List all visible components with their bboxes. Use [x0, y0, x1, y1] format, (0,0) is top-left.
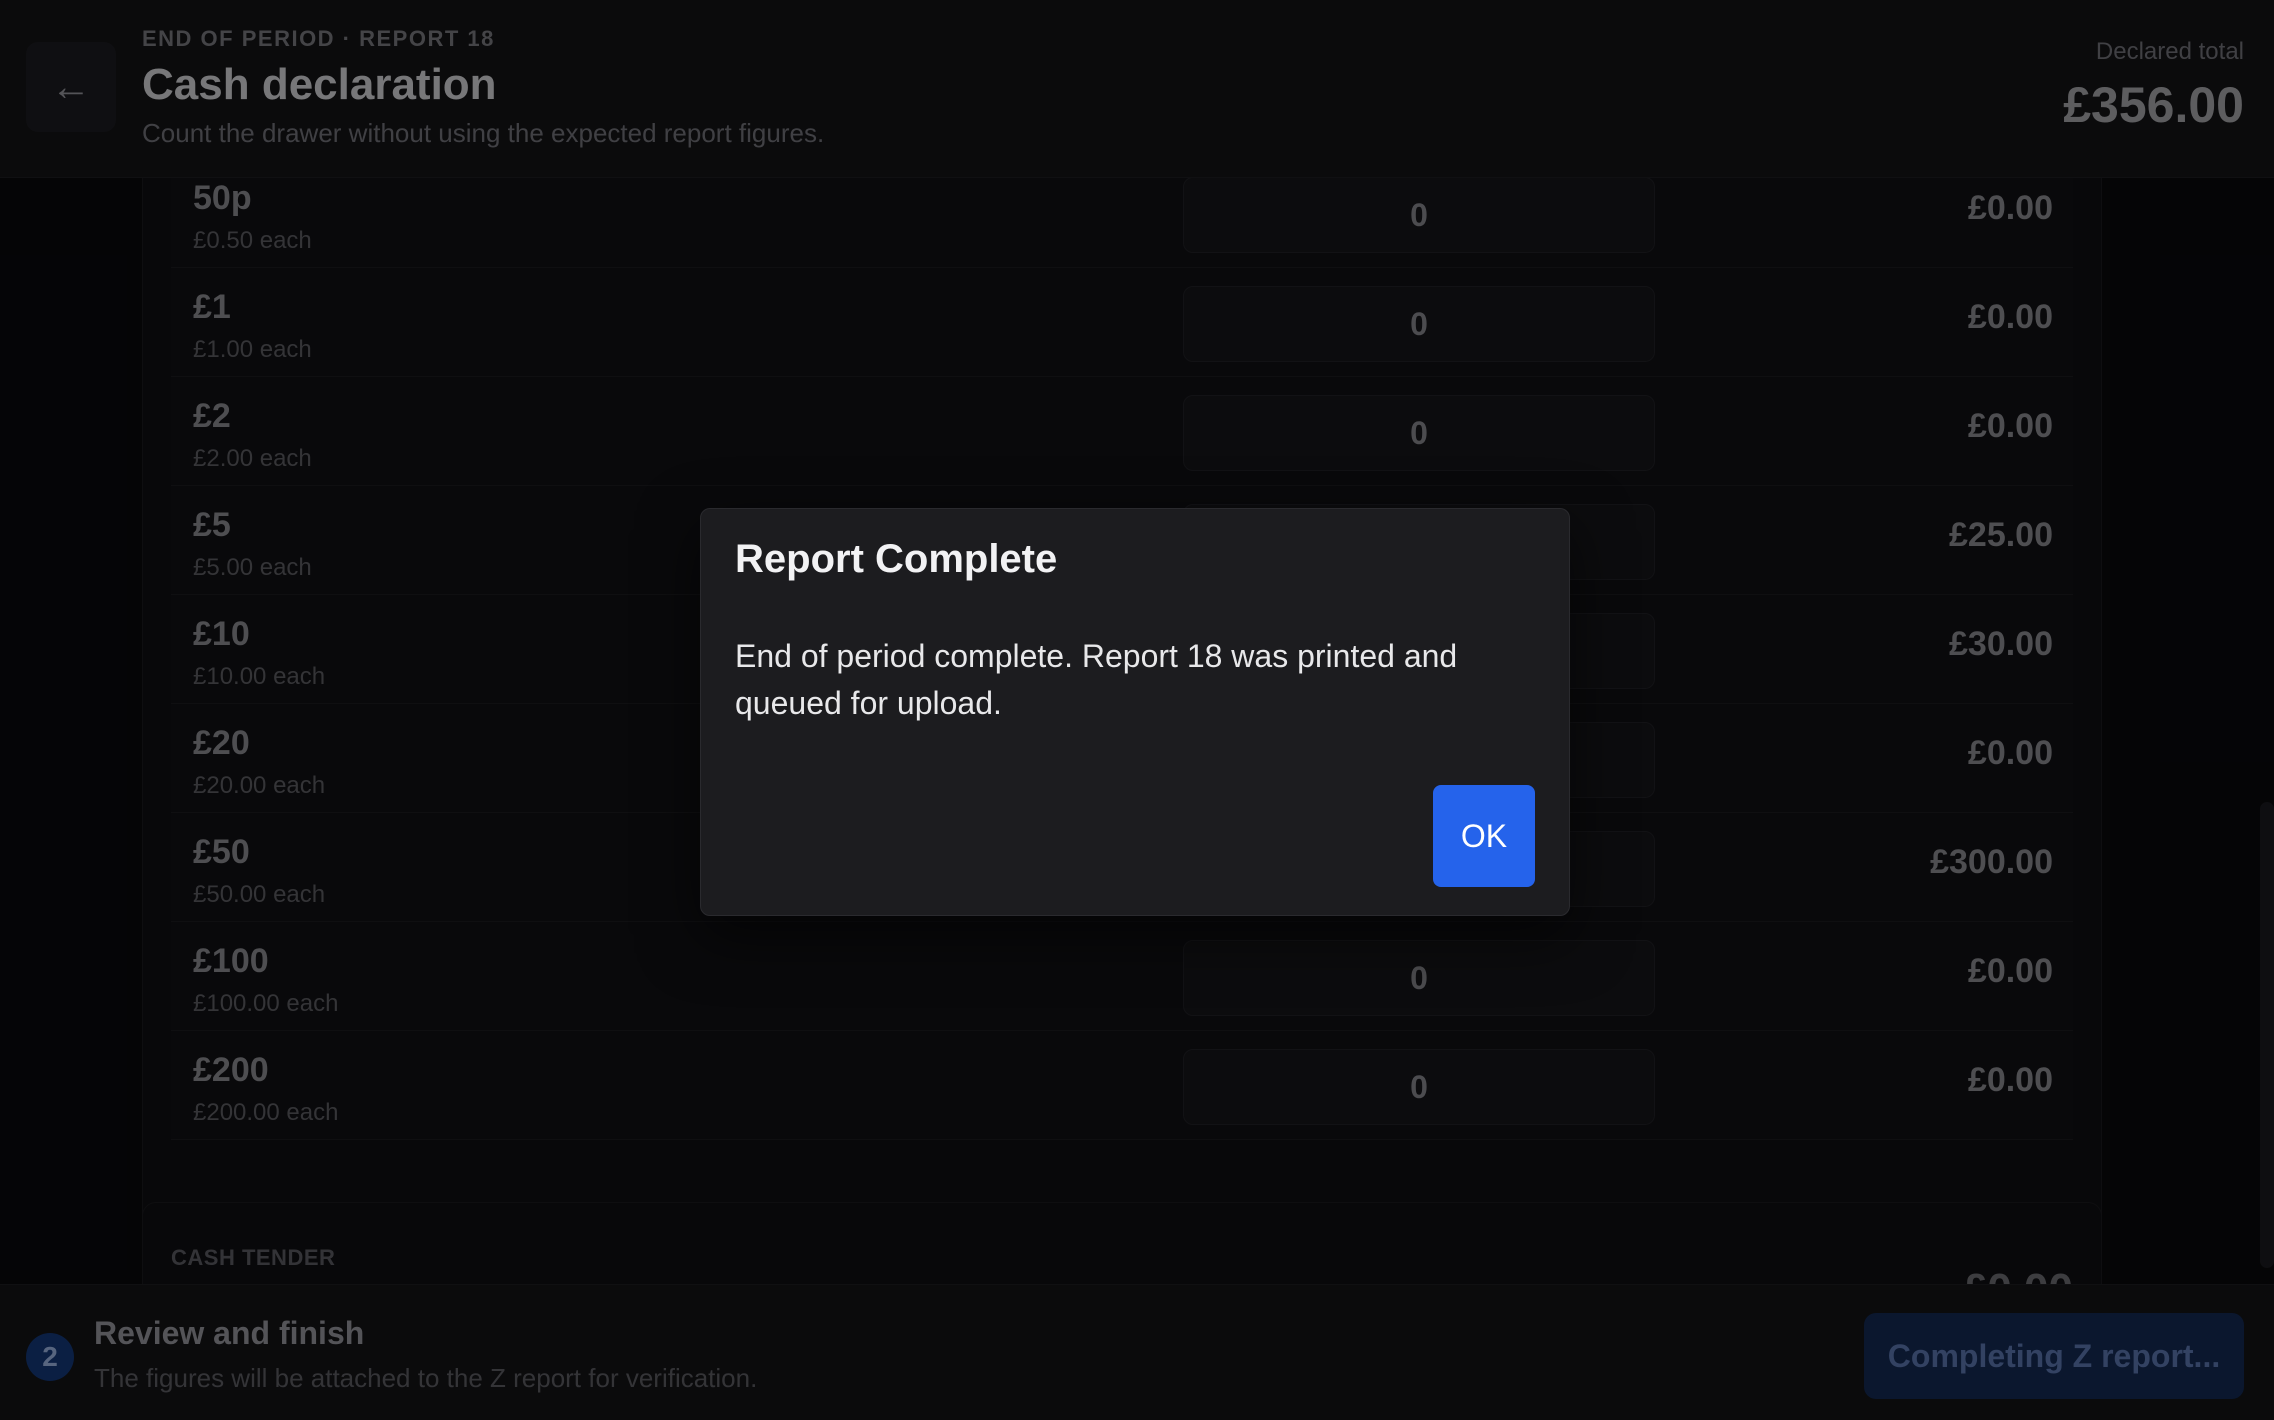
ok-button[interactable]: OK — [1433, 785, 1535, 887]
report-complete-dialog: Report Complete End of period complete. … — [700, 508, 1570, 916]
dialog-message: End of period complete. Report 18 was pr… — [735, 638, 1458, 721]
cash-declaration-screen: ← END OF PERIOD · REPORT 18 Cash declara… — [0, 0, 2274, 1420]
dialog-title: Report Complete — [735, 537, 1058, 581]
